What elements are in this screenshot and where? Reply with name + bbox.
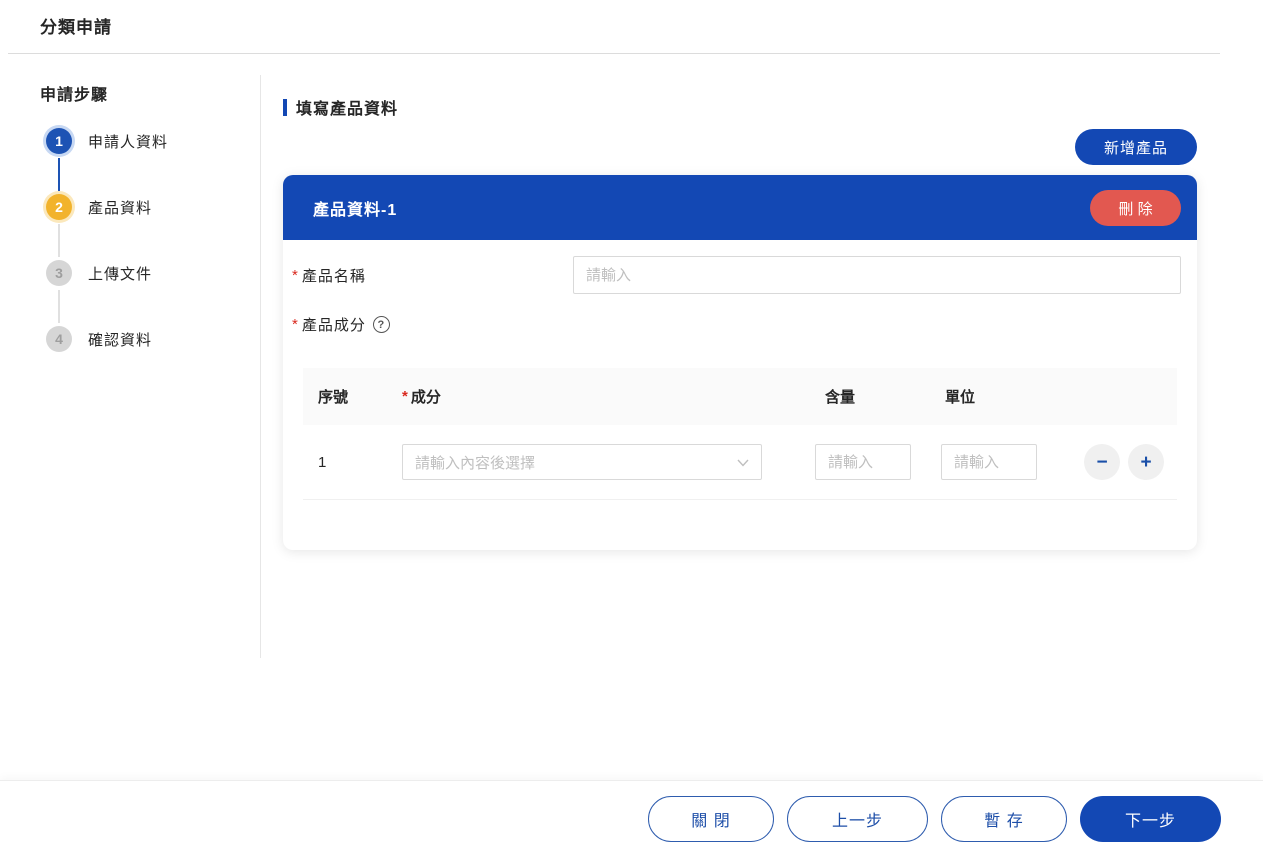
step-number-badge: 4	[46, 326, 72, 352]
section-accent-bar	[283, 99, 287, 116]
step-number-badge: 1	[46, 128, 72, 154]
step-label: 上傳文件	[88, 263, 152, 284]
sidebar-divider	[260, 75, 261, 658]
step-label: 產品資料	[88, 197, 152, 218]
minus-icon: −	[1096, 453, 1107, 472]
column-header-unit: 單位	[941, 386, 1084, 407]
required-asterisk: *	[292, 267, 299, 284]
section-header: 填寫產品資料	[283, 95, 398, 119]
help-icon[interactable]: ?	[373, 316, 390, 333]
page-title: 分類申請	[40, 13, 112, 38]
add-product-button[interactable]: 新增產品	[1075, 129, 1197, 165]
step-number-badge: 3	[46, 260, 72, 286]
product-name-label-text: 產品名稱	[302, 265, 366, 286]
step-connector	[58, 224, 60, 257]
unit-input[interactable]	[941, 444, 1037, 480]
chevron-down-icon	[737, 454, 749, 471]
product-ingredients-label-text: 產品成分	[302, 314, 366, 335]
ingredient-row: 1 請輸入內容後選擇 − +	[303, 425, 1177, 500]
step-connector	[58, 290, 60, 323]
column-header-content-text: 含量	[815, 389, 855, 406]
column-header-content: 含量	[815, 386, 941, 407]
ingredient-select-placeholder: 請輸入內容後選擇	[415, 452, 535, 473]
top-divider	[8, 53, 1220, 54]
step-product-info[interactable]: 2 產品資料	[46, 194, 152, 220]
column-header-ingredient-text: 成分	[411, 386, 441, 407]
step-confirm-info[interactable]: 4 確認資料	[46, 326, 152, 352]
classification-application-page: 分類申請 申請步驟 1 申請人資料 2 產品資料 3 上傳文件 4 確認資料 填…	[0, 0, 1263, 852]
required-asterisk: *	[292, 316, 299, 333]
row-actions: − +	[1084, 444, 1164, 480]
product-card: 產品資料-1 刪 除 * 產品名稱 * 產品成分 ? 序號 * 成分 含量	[283, 175, 1197, 550]
close-button[interactable]: 關 閉	[648, 796, 774, 842]
next-step-button[interactable]: 下一步	[1080, 796, 1221, 842]
ingredients-table: 序號 * 成分 含量 單位 1 請輸入內容後選擇	[303, 368, 1177, 500]
section-title: 填寫產品資料	[296, 95, 398, 119]
step-connector	[58, 158, 60, 191]
column-header-no: 序號	[303, 386, 402, 407]
remove-row-button[interactable]: −	[1084, 444, 1120, 480]
footer-action-bar: 關 閉 上一步 暫 存 下一步	[0, 780, 1263, 852]
delete-product-button[interactable]: 刪 除	[1090, 190, 1181, 226]
step-applicant-info[interactable]: 1 申請人資料	[46, 128, 168, 154]
previous-step-button[interactable]: 上一步	[787, 796, 928, 842]
column-header-unit-text: 單位	[941, 389, 975, 406]
step-label: 申請人資料	[88, 131, 168, 152]
ingredient-select[interactable]: 請輸入內容後選擇	[402, 444, 762, 480]
ingredients-table-header: 序號 * 成分 含量 單位	[303, 368, 1177, 425]
product-card-title: 產品資料-1	[313, 196, 397, 220]
product-name-input[interactable]	[573, 256, 1181, 294]
column-header-ingredient: * 成分	[402, 386, 762, 407]
add-row-button[interactable]: +	[1128, 444, 1164, 480]
product-card-header: 產品資料-1 刪 除	[283, 175, 1197, 240]
content-amount-input[interactable]	[815, 444, 911, 480]
product-name-label: * 產品名稱	[292, 265, 366, 286]
product-ingredients-label: * 產品成分 ?	[292, 314, 390, 335]
plus-icon: +	[1140, 453, 1151, 472]
stepper-title: 申請步驟	[40, 81, 108, 105]
row-number: 1	[303, 454, 402, 471]
required-asterisk: *	[402, 388, 408, 405]
step-label: 確認資料	[88, 329, 152, 350]
temporary-save-button[interactable]: 暫 存	[941, 796, 1067, 842]
step-upload-documents[interactable]: 3 上傳文件	[46, 260, 152, 286]
step-number-badge: 2	[46, 194, 72, 220]
